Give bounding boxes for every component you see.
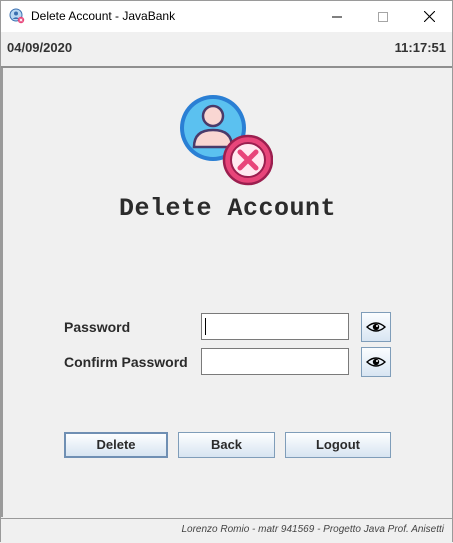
page-title-text: Delete Account — [118, 194, 337, 223]
maximize-icon — [378, 11, 388, 22]
user-delete-icon — [180, 95, 273, 186]
minimize-icon — [332, 16, 342, 17]
show-confirm-password-button[interactable] — [361, 347, 391, 377]
text-caret — [205, 318, 206, 335]
minimize-button[interactable] — [314, 1, 360, 32]
footer-credits: Lorenzo Romio - matr 941569 - Progetto J… — [181, 524, 444, 535]
close-icon — [423, 11, 435, 22]
page-title: Delete Account — [1, 194, 453, 223]
title-bar[interactable]: Delete Account - JavaBank — [1, 1, 452, 32]
current-time: 11:17:51 — [394, 40, 446, 55]
password-label: Password — [64, 319, 131, 335]
app-icon — [9, 8, 25, 24]
eye-icon — [366, 357, 386, 367]
eye-icon — [366, 322, 386, 332]
confirm-password-label: Confirm Password — [64, 354, 188, 370]
window-title: Delete Account - JavaBank — [31, 9, 176, 23]
delete-button[interactable]: Delete — [64, 432, 168, 458]
current-date: 04/09/2020 — [7, 40, 73, 55]
close-button[interactable] — [406, 1, 452, 32]
password-field[interactable] — [201, 313, 349, 340]
app-window: Delete Account - JavaBank 04/09/2020 11:… — [0, 0, 453, 543]
show-password-button[interactable] — [361, 312, 391, 342]
confirm-password-field[interactable] — [201, 348, 349, 375]
footer-bar: Lorenzo Romio - matr 941569 - Progetto J… — [1, 518, 452, 543]
date-time-bar: 04/09/2020 11:17:51 — [1, 32, 452, 68]
logout-button[interactable]: Logout — [285, 432, 391, 458]
back-button[interactable]: Back — [178, 432, 275, 458]
maximize-button[interactable] — [360, 1, 406, 32]
